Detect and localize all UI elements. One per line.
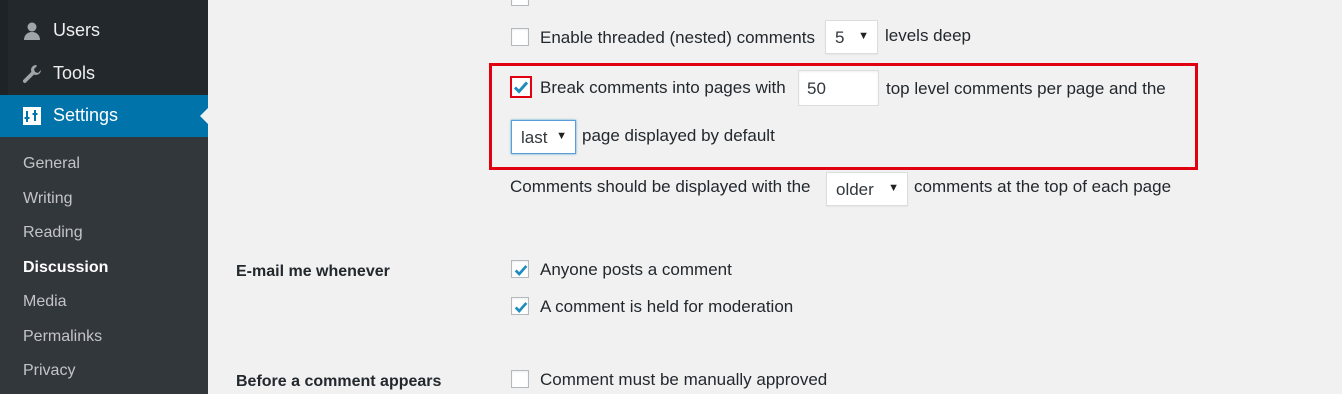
top-level-comments-label: top level comments per page and the [886, 79, 1166, 98]
thread-depth-value: 5 [835, 28, 845, 47]
default-page-value: last [521, 128, 548, 147]
break-pages-checkbox[interactable] [510, 76, 532, 98]
comment-order-suffix: comments at the top of each page [914, 177, 1172, 196]
comment-order-label: Comments should be displayed with the [510, 177, 811, 196]
email-moderation-label: A comment is held for moderation [540, 297, 794, 316]
threaded-comments-checkbox[interactable] [511, 28, 529, 46]
submenu-item-media[interactable]: Media [23, 293, 67, 311]
break-pages-label: Break comments into pages with [540, 78, 786, 97]
default-page-label: page displayed by default [582, 126, 775, 145]
submenu-item-permalinks[interactable]: Permalinks [23, 328, 102, 346]
chevron-down-icon: ▼ [888, 182, 899, 194]
menu-item-tools[interactable]: Tools [0, 53, 208, 95]
settings-icon [22, 106, 42, 126]
menu-item-settings[interactable]: Settings [0, 95, 208, 137]
submenu-item-discussion[interactable]: Discussion [23, 259, 108, 277]
levels-deep-label: levels deep [885, 26, 972, 45]
menu-item-users[interactable]: Users [0, 10, 208, 52]
threaded-comments-label: Enable threaded (nested) comments [540, 28, 815, 47]
menu-item-label: Tools [53, 63, 96, 83]
settings-submenu: General Writing Reading Discussion Media… [0, 137, 208, 394]
comments-per-page-input[interactable]: 50 [798, 70, 879, 106]
user-icon [22, 21, 42, 41]
checkmark-icon [514, 302, 528, 313]
submenu-item-reading[interactable]: Reading [23, 224, 83, 242]
submenu-item-privacy[interactable]: Privacy [23, 362, 75, 380]
email-anyone-posts-checkbox[interactable] [511, 260, 529, 278]
email-heading: E-mail me whenever [236, 263, 390, 280]
thread-depth-select[interactable]: 5 ▼ [825, 20, 878, 54]
chevron-down-icon: ▼ [858, 30, 869, 42]
before-comment-heading: Before a comment appears [236, 373, 442, 390]
chevron-down-icon: ▼ [556, 130, 567, 142]
menu-item-label: Settings [53, 105, 119, 125]
default-page-select[interactable]: last ▼ [511, 120, 576, 154]
checkmark-icon [513, 81, 529, 94]
email-moderation-checkbox[interactable] [511, 297, 529, 315]
wrench-icon [22, 64, 42, 84]
admin-sidebar: Users Tools Settings General Writing Rea… [0, 0, 208, 394]
comment-order-select[interactable]: older ▼ [826, 172, 908, 206]
manual-approval-label: Comment must be manually approved [540, 370, 828, 389]
checkmark-icon [514, 265, 528, 276]
clipped-option-checkbox[interactable] [511, 0, 529, 6]
menu-item-label: Users [53, 20, 101, 40]
submenu-item-writing[interactable]: Writing [23, 190, 73, 208]
submenu-item-general[interactable]: General [23, 155, 80, 173]
comment-order-value: older [836, 180, 874, 199]
manual-approval-checkbox[interactable] [511, 370, 529, 388]
email-anyone-posts-label: Anyone posts a comment [540, 260, 732, 279]
comments-per-page-value: 50 [807, 79, 826, 98]
